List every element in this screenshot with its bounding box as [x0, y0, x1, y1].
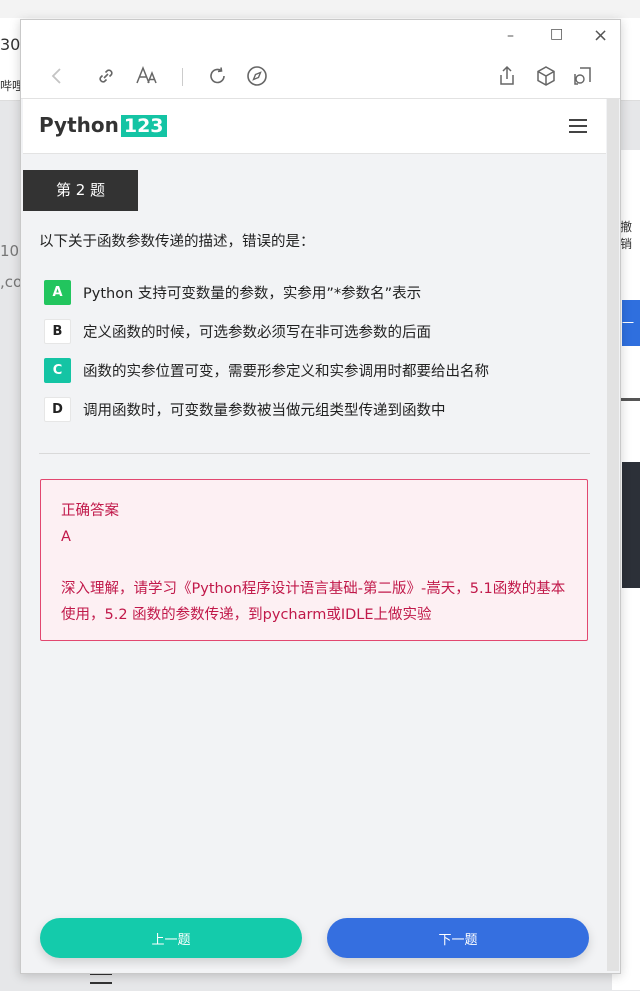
site-logo[interactable]: Python 123	[39, 113, 167, 137]
previous-question-button[interactable]: 上一题	[40, 918, 302, 958]
question-text: 以下关于函数参数传递的描述，错误的是：	[39, 234, 315, 250]
logo-text: Python	[39, 113, 119, 137]
option-text: 定义函数的时候，可选参数必须写在非可选参数的后面	[83, 324, 431, 341]
background-undo-label: 撤销	[620, 220, 633, 251]
close-button[interactable]: ×	[593, 25, 608, 46]
answer-label: 正确答案	[61, 503, 119, 519]
option-a[interactable]: A Python 支持可变数量的参数，实参用”*参数名”表示	[44, 277, 421, 307]
question-number-tag: 第 2 题	[23, 170, 138, 211]
page-scrollbar[interactable]	[607, 99, 619, 971]
answer-explanation: 深入理解，请学习《Python程序设计语言基础-第二版》-嵩天，5.1函数的基本…	[61, 581, 566, 623]
window-toolbar	[21, 54, 620, 99]
option-text: 函数的实参位置可变，需要形参定义和实参调用时都要给出名称	[83, 363, 489, 380]
back-arrow-icon[interactable]	[45, 64, 69, 88]
link-icon[interactable]	[94, 64, 118, 88]
background-next-button: 一题	[622, 300, 640, 376]
window-titlebar: – □ ×	[21, 20, 620, 54]
screenshot-icon[interactable]	[572, 64, 596, 88]
option-text: 调用函数时，可变数量参数被当做元组类型传递到函数中	[83, 402, 446, 419]
next-question-button[interactable]: 下一题	[327, 918, 589, 958]
minimize-button[interactable]: –	[507, 28, 514, 44]
answer-panel: 正确答案 A 深入理解，请学习《Python程序设计语言基础-第二版》-嵩天，5…	[40, 479, 588, 641]
option-badge: C	[44, 357, 71, 383]
maximize-button[interactable]: □	[550, 26, 563, 42]
option-badge: B	[44, 318, 71, 344]
text-size-icon[interactable]	[134, 64, 158, 88]
background-dark-panel	[622, 462, 640, 588]
option-d[interactable]: D 调用函数时，可变数量参数被当做元组类型传递到函数中	[44, 394, 446, 424]
option-text: Python 支持可变数量的参数，实参用”*参数名”表示	[83, 285, 422, 302]
cube-icon[interactable]	[534, 64, 558, 88]
option-b[interactable]: B 定义函数的时候，可选参数必须写在非可选参数的后面	[44, 316, 431, 346]
popup-browser-window: – □ × Python 123 第 2 题 以下关于函数参数传递的描述，错误的是…	[20, 19, 621, 974]
hamburger-menu-icon[interactable]	[569, 119, 587, 133]
logo-number: 123	[120, 115, 167, 137]
background-text-fragment: ,co	[0, 273, 23, 291]
compass-icon[interactable]	[245, 64, 269, 88]
background-browser-topbar	[0, 0, 640, 19]
refresh-icon[interactable]	[206, 64, 230, 88]
option-c[interactable]: C 函数的实参位置可变，需要形参定义和实参调用时都要给出名称	[44, 355, 489, 385]
answer-value: A	[61, 529, 71, 545]
section-divider	[39, 453, 590, 454]
site-header: Python 123	[23, 99, 606, 154]
background-divider	[620, 398, 640, 401]
page-viewport: Python 123 第 2 题 以下关于函数参数传递的描述，错误的是： A Py…	[23, 99, 606, 969]
toolbar-separator	[182, 68, 183, 86]
share-icon[interactable]	[495, 64, 519, 88]
background-text-fragment: 30	[0, 35, 21, 54]
option-badge: D	[44, 396, 71, 422]
option-badge: A	[44, 279, 71, 305]
